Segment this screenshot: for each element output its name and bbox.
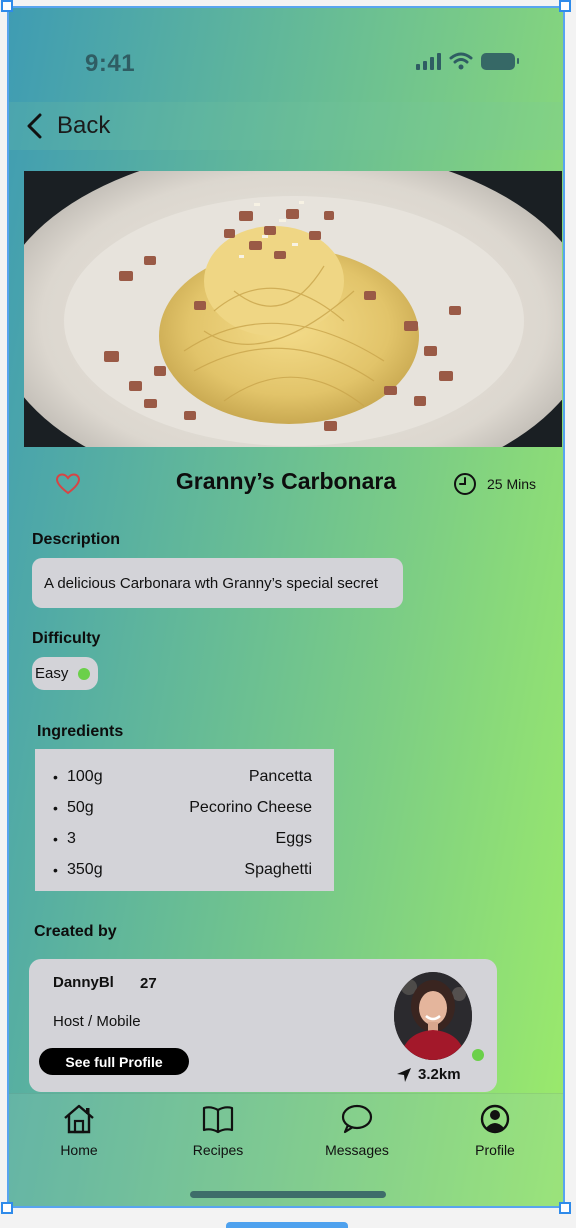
ingredients-heading: Ingredients xyxy=(37,723,124,740)
difficulty-heading: Difficulty xyxy=(32,630,101,647)
distance-label: 3.2km xyxy=(418,1066,461,1083)
clock-icon xyxy=(454,473,476,495)
tab-recipes-label: Recipes xyxy=(192,1142,244,1158)
ingredient-item: • 350g Spaghetti xyxy=(53,854,312,885)
bullet-icon: • xyxy=(53,861,58,878)
avatar[interactable] xyxy=(394,972,472,1060)
cook-time: 25 Mins xyxy=(453,472,536,496)
ingredient-quantity: 50g xyxy=(67,798,94,816)
bullet-icon: • xyxy=(53,768,58,785)
selection-handle-bottom-left[interactable] xyxy=(1,1202,13,1214)
recipe-title-row: Granny’s Carbonara 25 Mins xyxy=(9,460,563,510)
difficulty-badge: Easy xyxy=(32,657,98,690)
back-label: Back xyxy=(57,112,111,139)
ingredient-quantity: 100g xyxy=(67,767,103,785)
tab-profile[interactable]: Profile xyxy=(450,1104,540,1158)
status-bar: 9:41 xyxy=(9,8,563,108)
frame-size-label-tab xyxy=(226,1222,348,1228)
wifi-icon xyxy=(449,52,473,70)
status-time: 9:41 xyxy=(85,50,136,77)
phone-frame: 9:41 Back Granny’s Carbonara 25 Mins Des… xyxy=(7,6,565,1208)
difficulty-label: Easy xyxy=(35,665,69,682)
difficulty-status-dot xyxy=(78,667,91,680)
distance-info: 3.2km xyxy=(396,1066,461,1083)
design-canvas: 9:41 Back Granny’s Carbonara 25 Mins Des… xyxy=(0,0,576,1228)
back-nav[interactable]: Back xyxy=(9,102,563,150)
battery-icon xyxy=(481,52,519,70)
status-icons xyxy=(416,52,519,70)
creator-age: 27 xyxy=(140,975,157,992)
ingredient-quantity: 350g xyxy=(67,860,103,878)
bullet-icon: • xyxy=(53,799,58,816)
online-status-dot xyxy=(472,1049,484,1061)
home-icon xyxy=(64,1104,94,1134)
see-full-profile-button[interactable]: See full Profile xyxy=(39,1048,189,1075)
cook-time-label: 25 Mins xyxy=(487,476,537,492)
selection-handle-bottom-right[interactable] xyxy=(559,1202,571,1214)
selection-handle-top-left[interactable] xyxy=(1,0,13,12)
user-circle-icon xyxy=(480,1104,510,1134)
chevron-left-icon xyxy=(25,112,47,140)
recipe-hero-image xyxy=(24,171,562,447)
tab-home[interactable]: Home xyxy=(34,1104,124,1158)
tab-home-label: Home xyxy=(60,1142,98,1158)
tab-profile-label: Profile xyxy=(475,1142,515,1158)
ingredient-item: • 3 Eggs xyxy=(53,823,312,854)
tab-recipes[interactable]: Recipes xyxy=(173,1104,263,1158)
ingredient-quantity: 3 xyxy=(67,829,76,847)
chat-bubble-icon xyxy=(341,1104,373,1134)
tab-messages[interactable]: Messages xyxy=(312,1104,402,1158)
cellular-signal-icon xyxy=(416,52,441,70)
creator-card: DannyBl 27 Host / Mobile See full Profil… xyxy=(29,959,497,1092)
bullet-icon: • xyxy=(53,830,58,847)
home-indicator xyxy=(190,1191,386,1198)
ingredient-name: Pecorino Cheese xyxy=(189,798,312,816)
selection-handle-top-right[interactable] xyxy=(559,0,571,12)
location-arrow-icon xyxy=(397,1067,411,1082)
ingredient-name: Pancetta xyxy=(248,767,312,785)
creator-username: DannyBl xyxy=(53,974,114,991)
description-box: A delicious Carbonara wth Granny’s speci… xyxy=(32,558,403,608)
book-icon xyxy=(202,1106,234,1134)
ingredient-name: Spaghetti xyxy=(244,860,312,878)
created-by-heading: Created by xyxy=(34,923,117,940)
ingredient-item: • 50g Pecorino Cheese xyxy=(53,792,312,823)
tab-messages-label: Messages xyxy=(325,1142,389,1158)
ingredient-name: Eggs xyxy=(275,829,312,847)
ingredient-item: • 100g Pancetta xyxy=(53,761,312,792)
creator-role: Host / Mobile xyxy=(53,1013,141,1030)
description-heading: Description xyxy=(32,531,121,548)
ingredients-list: • 100g Pancetta • 50g Pecorino Cheese • … xyxy=(35,749,334,891)
